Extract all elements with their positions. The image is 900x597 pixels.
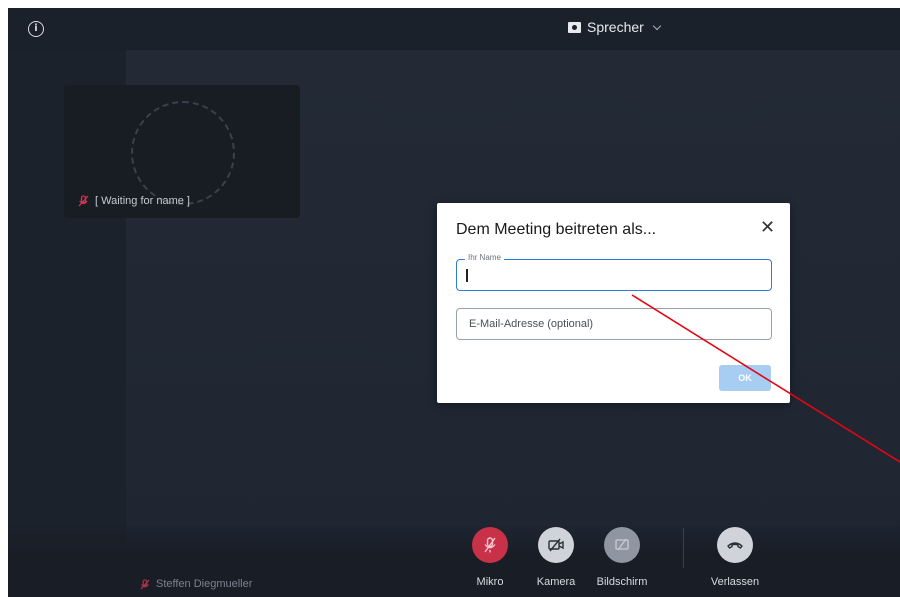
email-input[interactable] — [457, 309, 771, 339]
text-caret — [466, 269, 468, 282]
email-field[interactable] — [456, 308, 772, 340]
ok-button[interactable]: OK — [719, 365, 771, 391]
meeting-app: i Sprecher [ Waiting for name ] Steffen … — [8, 8, 900, 597]
join-dialog: Dem Meeting beitreten als... ✕ Ihr Name … — [437, 203, 790, 403]
name-field-label: Ihr Name — [465, 253, 504, 262]
name-field[interactable]: Ihr Name — [456, 253, 772, 291]
close-icon[interactable]: ✕ — [760, 219, 775, 237]
dialog-title: Dem Meeting beitreten als... — [456, 221, 657, 238]
